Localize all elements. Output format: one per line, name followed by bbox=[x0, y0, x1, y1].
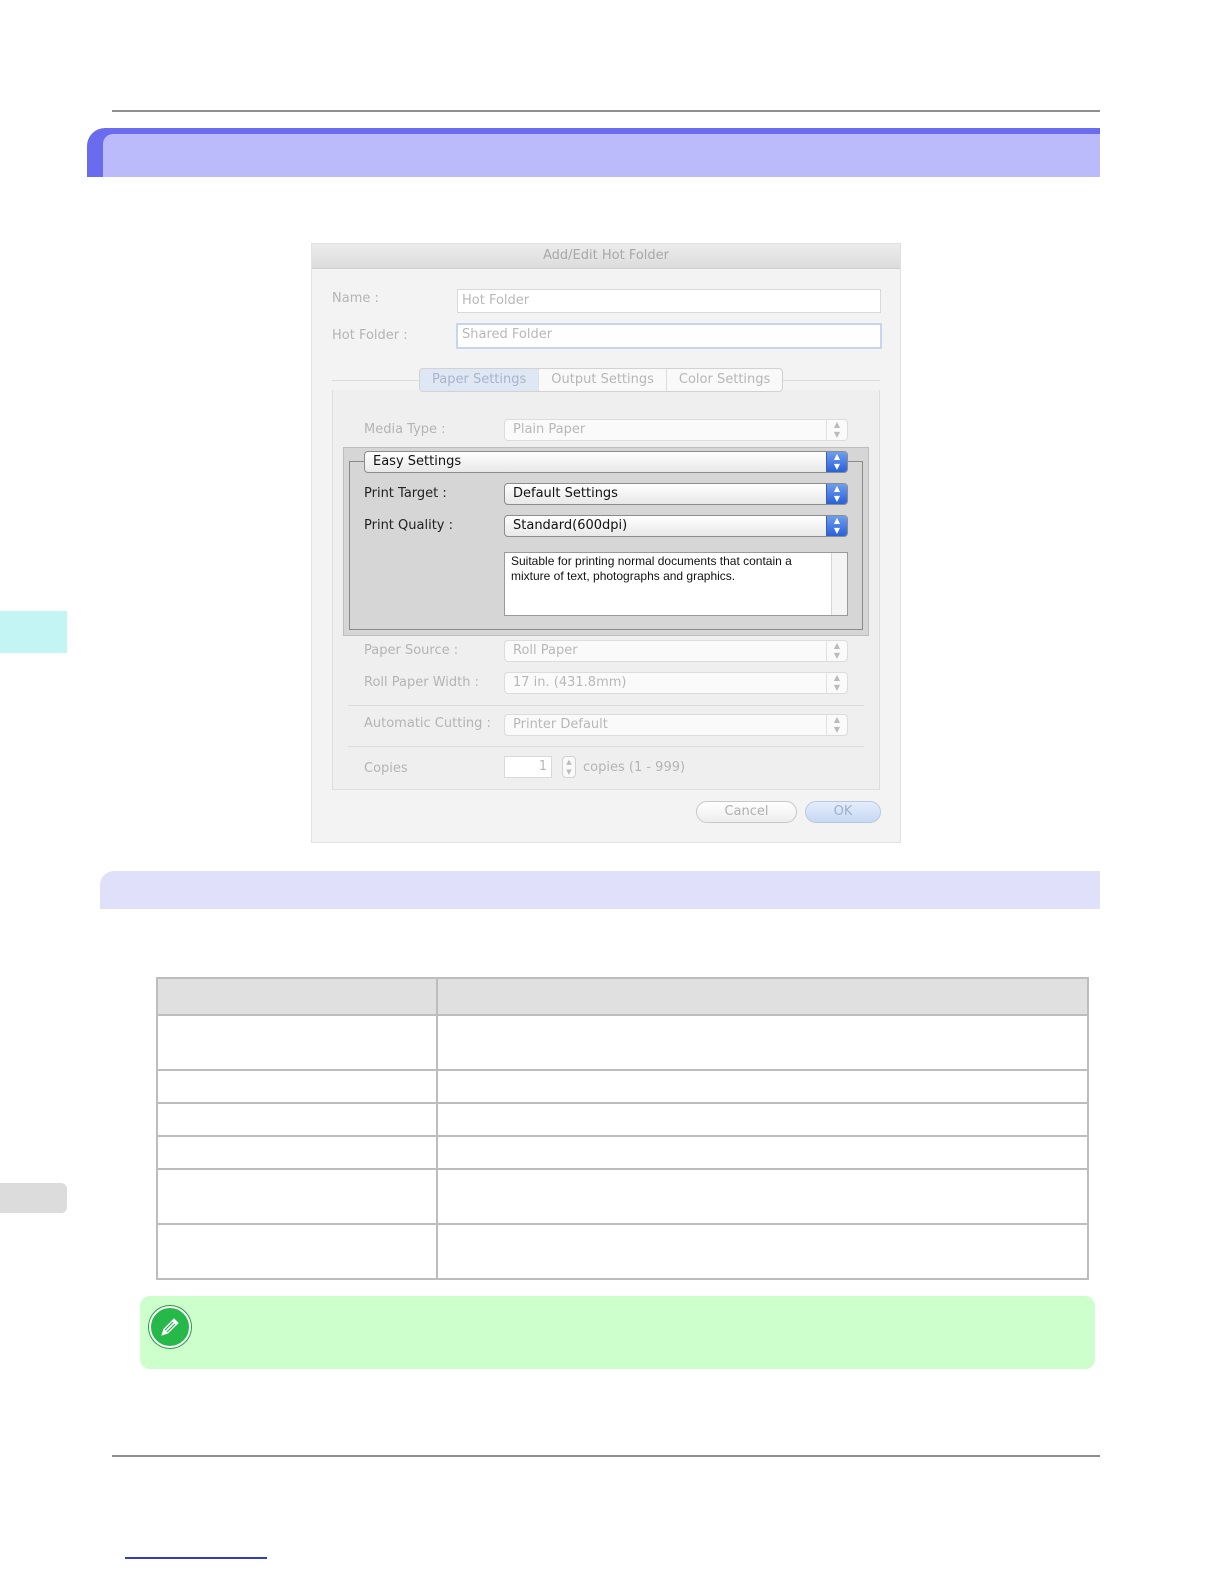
stepper-arrows-icon: ▲ ▼ bbox=[826, 641, 847, 661]
tab-color-settings[interactable]: Color Settings bbox=[667, 369, 782, 391]
stepper-arrows-icon: ▲ ▼ bbox=[826, 715, 847, 735]
copies-field[interactable]: 1 bbox=[504, 756, 552, 778]
settings-table bbox=[156, 977, 1089, 1280]
table-cell bbox=[156, 1135, 438, 1170]
roll-paper-width-select[interactable]: 17 in. (431.8mm) ▲ ▼ bbox=[504, 672, 848, 694]
paper-source-select[interactable]: Roll Paper ▲ ▼ bbox=[504, 640, 848, 662]
table-cell bbox=[436, 1014, 1089, 1071]
popup-arrows-icon: ▲ ▼ bbox=[826, 484, 847, 504]
quality-description: Suitable for printing normal documents t… bbox=[504, 552, 848, 616]
table-header-cell bbox=[436, 977, 1089, 1016]
media-type-label: Media Type : bbox=[364, 422, 446, 437]
table-row bbox=[156, 1135, 1089, 1170]
section-heading-bar bbox=[87, 128, 1100, 177]
popup-arrows-icon: ▲ ▼ bbox=[826, 516, 847, 536]
subsection-heading-bar bbox=[100, 871, 1100, 909]
table-cell bbox=[156, 1168, 438, 1225]
hot-folder-label: Hot Folder : bbox=[332, 328, 408, 343]
cancel-button[interactable]: Cancel bbox=[696, 801, 797, 823]
easy-settings-select[interactable]: Easy Settings ▲ ▼ bbox=[364, 451, 848, 473]
table-cell bbox=[436, 1135, 1089, 1170]
table-cell bbox=[436, 1223, 1089, 1280]
table-cell bbox=[436, 1168, 1089, 1225]
table-row bbox=[156, 1223, 1089, 1280]
automatic-cutting-select[interactable]: Printer Default ▲ ▼ bbox=[504, 714, 848, 736]
print-target-label: Print Target : bbox=[364, 486, 447, 501]
table-cell bbox=[156, 1223, 438, 1280]
print-target-select[interactable]: Default Settings ▲ ▼ bbox=[504, 483, 848, 505]
table-cell bbox=[436, 1102, 1089, 1137]
copies-stepper[interactable]: ▲ ▼ bbox=[562, 756, 576, 778]
hot-folder-field[interactable]: Shared Folder bbox=[456, 323, 882, 349]
table-row bbox=[156, 1014, 1089, 1071]
table-row bbox=[156, 1069, 1089, 1104]
media-type-select[interactable]: Plain Paper ▲ ▼ bbox=[504, 419, 848, 441]
add-edit-hot-folder-dialog: Add/Edit Hot Folder Name : Hot Folder Ho… bbox=[311, 243, 901, 843]
name-field[interactable]: Hot Folder bbox=[457, 289, 881, 313]
table-row bbox=[156, 1168, 1089, 1225]
pencil-note-icon bbox=[149, 1306, 191, 1348]
dialog-title: Add/Edit Hot Folder bbox=[312, 244, 900, 269]
stepper-arrows-icon: ▲ ▼ bbox=[826, 420, 847, 440]
print-quality-select[interactable]: Standard(600dpi) ▲ ▼ bbox=[504, 515, 848, 537]
tab-output-settings[interactable]: Output Settings bbox=[539, 369, 667, 391]
copies-label: Copies bbox=[364, 761, 408, 776]
description-scrollbar[interactable] bbox=[831, 553, 847, 615]
table-header-cell bbox=[156, 977, 438, 1016]
footer-link[interactable] bbox=[125, 1557, 267, 1559]
stepper-arrows-icon: ▲ ▼ bbox=[826, 673, 847, 693]
automatic-cutting-label: Automatic Cutting : bbox=[364, 716, 491, 731]
table-cell bbox=[156, 1014, 438, 1071]
table-row bbox=[156, 1102, 1089, 1137]
copies-range-label: copies (1 - 999) bbox=[583, 760, 686, 775]
name-label: Name : bbox=[332, 291, 379, 306]
note-box bbox=[140, 1296, 1095, 1369]
chapter-side-tab[interactable] bbox=[0, 611, 67, 653]
settings-tabs: Paper Settings Output Settings Color Set… bbox=[419, 368, 784, 392]
print-quality-label: Print Quality : bbox=[364, 518, 454, 533]
table-header-row bbox=[156, 977, 1089, 1016]
index-side-tab[interactable] bbox=[0, 1183, 67, 1213]
table-cell bbox=[436, 1069, 1089, 1104]
popup-arrows-icon: ▲ ▼ bbox=[826, 452, 847, 472]
roll-paper-width-label: Roll Paper Width : bbox=[364, 675, 479, 690]
header-rule bbox=[112, 110, 1100, 112]
footer-rule bbox=[112, 1455, 1100, 1457]
tab-paper-settings[interactable]: Paper Settings bbox=[420, 369, 540, 391]
table-cell bbox=[156, 1102, 438, 1137]
paper-source-label: Paper Source : bbox=[364, 643, 459, 658]
table-cell bbox=[156, 1069, 438, 1104]
ok-button[interactable]: OK bbox=[805, 801, 881, 823]
